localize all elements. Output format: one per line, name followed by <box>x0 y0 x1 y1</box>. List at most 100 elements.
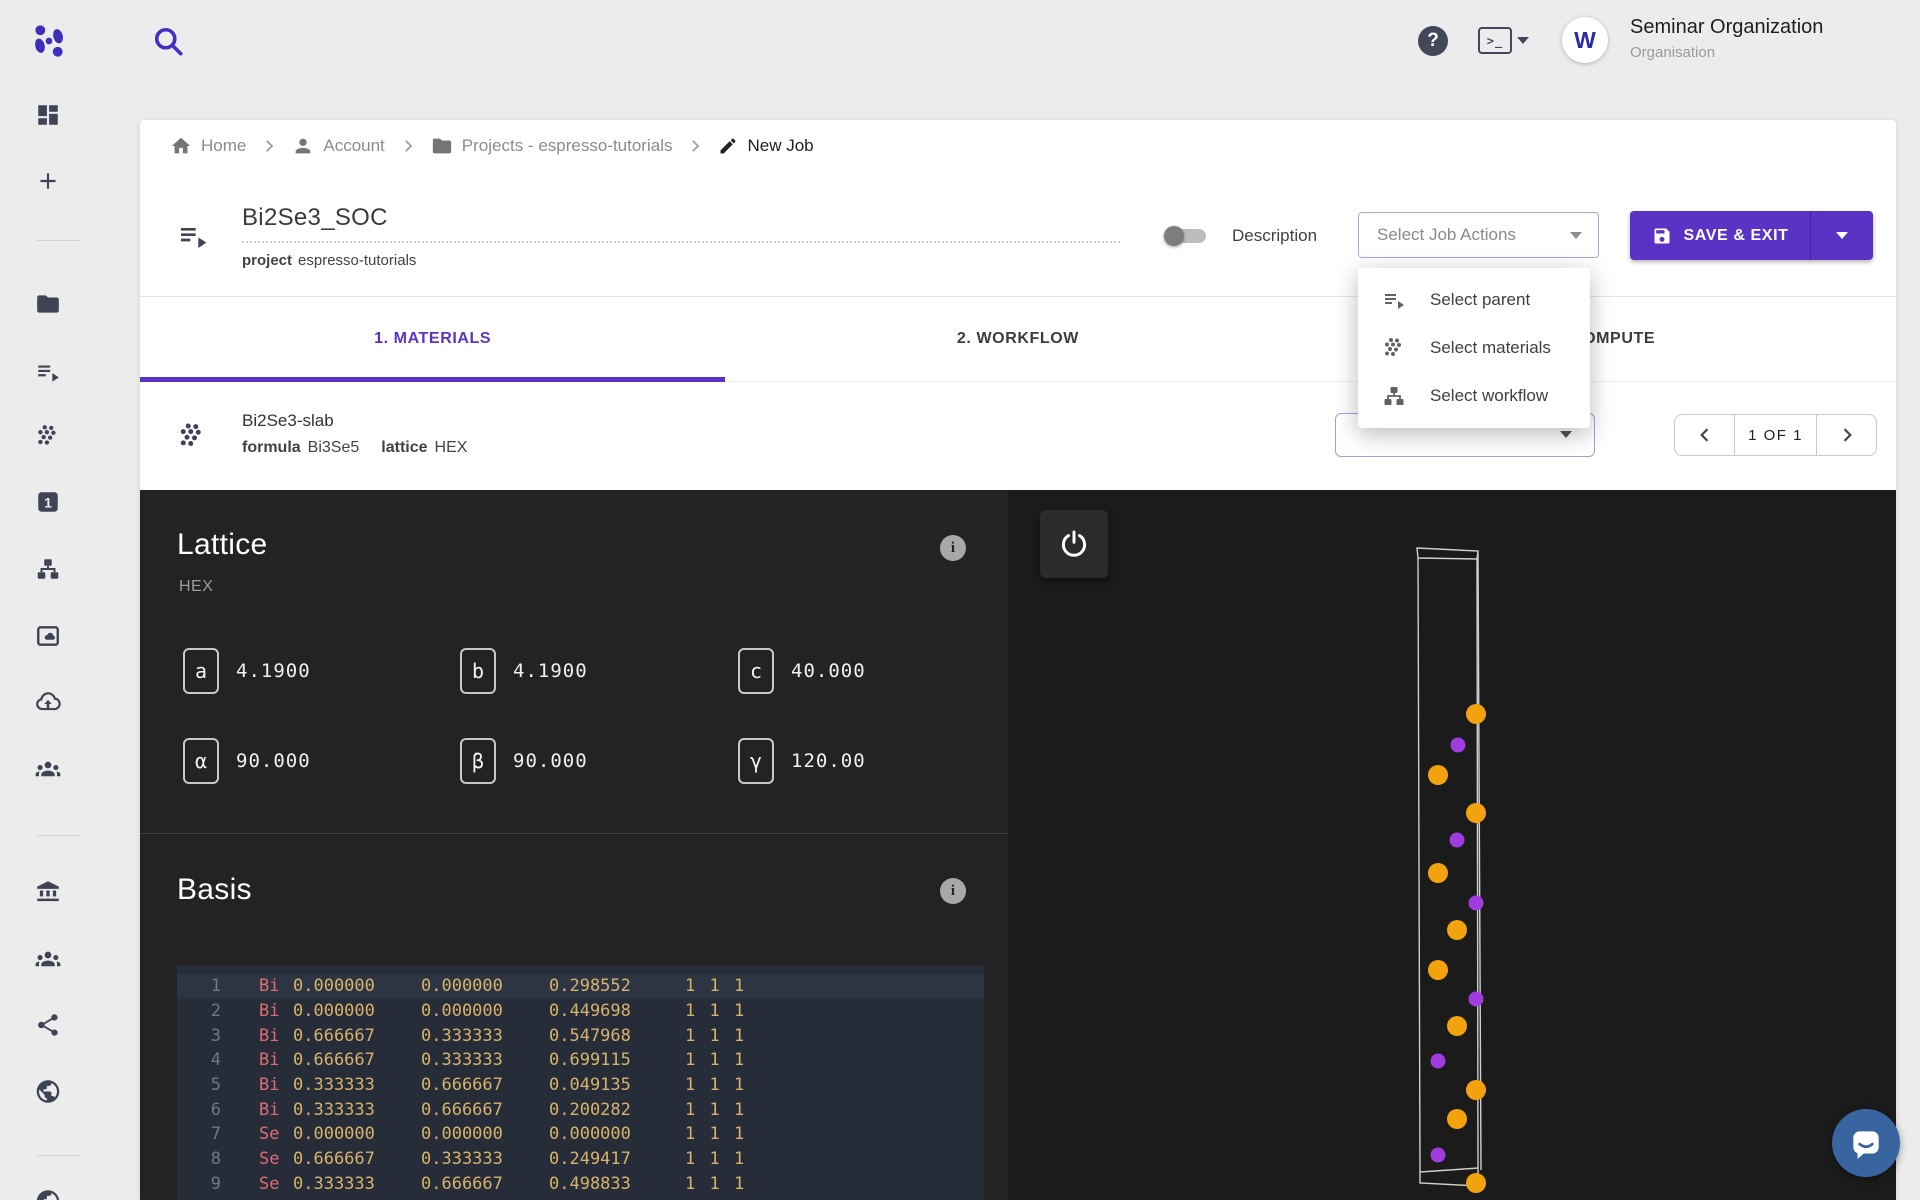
pager-next-button[interactable] <box>1816 415 1876 455</box>
pager-prev-button[interactable] <box>1675 415 1735 455</box>
avatar[interactable]: W <box>1562 17 1608 63</box>
basis-row[interactable]: 6Bi0.3333330.6666670.2002821 1 1 <box>177 1097 984 1122</box>
search-icon[interactable] <box>150 23 186 59</box>
menu-item-label: Select workflow <box>1430 386 1548 406</box>
cloud-upload-icon[interactable] <box>0 689 96 715</box>
atom-Se[interactable] <box>1428 863 1448 883</box>
tab-materials[interactable]: 1. MATERIALS <box>140 297 725 381</box>
basis-row[interactable]: 1Bi0.0000000.0000000.2985521 1 1 <box>177 974 984 999</box>
lattice-value-a[interactable]: 4.1900 <box>236 660 311 682</box>
lattice-value: HEX <box>435 439 468 456</box>
atom-Se[interactable] <box>1447 1016 1467 1036</box>
job-title[interactable]: Bi2Se3_SOC <box>242 204 388 232</box>
tab-bar: 1. MATERIALS 2. WORKFLOW 3. COMPUTE <box>140 296 1896 382</box>
info-icon[interactable]: i <box>940 535 966 561</box>
atom-Se[interactable] <box>1466 803 1486 823</box>
breadcrumb-account[interactable]: Account <box>292 135 384 157</box>
lattice-value-b[interactable]: 4.1900 <box>513 660 588 682</box>
crystal-cell-canvas[interactable] <box>1008 490 1896 1200</box>
lattice-value-beta[interactable]: 90.000 <box>513 750 588 772</box>
lattice-field-c[interactable]: c 40.000 <box>738 648 866 694</box>
playlist-play-icon <box>1382 288 1406 312</box>
atom-Bi[interactable] <box>1431 1054 1446 1069</box>
console-menu-button[interactable]: >_ <box>1478 27 1529 54</box>
share-icon[interactable] <box>0 1012 96 1038</box>
lattice-symbol: a <box>183 648 219 694</box>
lattice-symbol: c <box>738 648 774 694</box>
pager-count: 1 OF 1 <box>1735 415 1816 455</box>
breadcrumb-label: Account <box>323 136 384 156</box>
save-exit-main[interactable]: SAVE & EXIT <box>1630 211 1811 260</box>
lattice-value-c[interactable]: 40.000 <box>791 660 866 682</box>
breadcrumb-home[interactable]: Home <box>170 135 246 157</box>
menu-item-select-materials[interactable]: Select materials <box>1358 324 1590 372</box>
select-job-actions-dropdown[interactable]: Select Job Actions <box>1358 212 1599 258</box>
basis-row[interactable]: 9Se0.3333330.6666670.4988331 1 1 <box>177 1172 984 1197</box>
sidebar-divider <box>37 1155 81 1156</box>
lattice-field-beta[interactable]: β 90.000 <box>460 738 588 784</box>
chat-launcher[interactable] <box>1832 1109 1900 1177</box>
folder-icon[interactable] <box>0 291 96 317</box>
menu-item-select-parent[interactable]: Select parent <box>1358 276 1590 324</box>
lattice-value-gamma[interactable]: 120.00 <box>791 750 866 772</box>
lattice-section-title: Lattice <box>177 528 268 562</box>
atom-Se[interactable] <box>1466 1173 1486 1193</box>
svg-text:1: 1 <box>44 494 52 510</box>
material-name[interactable]: Bi2Se3-slab <box>242 411 334 431</box>
atom-Se[interactable] <box>1466 704 1486 724</box>
lattice-field-gamma[interactable]: γ 120.00 <box>738 738 866 784</box>
plus-icon[interactable] <box>0 168 96 194</box>
lattice-symbol: α <box>183 738 219 784</box>
chevron-down-icon <box>1517 37 1529 44</box>
basis-row[interactable]: 5Bi0.3333330.6666670.0491351 1 1 <box>177 1073 984 1098</box>
dashboard-icon[interactable] <box>0 102 96 128</box>
lattice-symbol: γ <box>738 738 774 784</box>
globe-icon[interactable] <box>0 1078 96 1105</box>
lattice-field-a[interactable]: a 4.1900 <box>183 648 311 694</box>
atom-Bi[interactable] <box>1469 992 1484 1007</box>
bank-icon[interactable] <box>0 878 96 904</box>
atom-Bi[interactable] <box>1469 896 1484 911</box>
description-toggle[interactable] <box>1164 223 1211 249</box>
job-actions-menu: Select parent Select materials Select wo… <box>1358 268 1590 428</box>
atom-Bi[interactable] <box>1451 738 1466 753</box>
breadcrumb-projects[interactable]: Projects - espresso-tutorials <box>431 135 673 157</box>
lattice-value-alpha[interactable]: 90.000 <box>236 750 311 772</box>
basis-row[interactable]: 2Bi0.0000000.0000000.4496981 1 1 <box>177 999 984 1024</box>
globe-icon[interactable] <box>0 1188 96 1200</box>
atom-Se[interactable] <box>1447 920 1467 940</box>
save-exit-button[interactable]: SAVE & EXIT <box>1630 211 1873 260</box>
info-icon[interactable]: i <box>940 878 966 904</box>
mat3ra-logo-icon[interactable] <box>30 22 68 60</box>
atom-Se[interactable] <box>1447 1109 1467 1129</box>
tab-workflow[interactable]: 2. WORKFLOW <box>725 297 1310 381</box>
wallpaper-icon[interactable] <box>0 623 96 649</box>
basis-row[interactable]: 8Se0.6666670.3333330.2494171 1 1 <box>177 1147 984 1172</box>
breadcrumb-new-job[interactable]: New Job <box>718 136 813 156</box>
playlist-play-icon[interactable] <box>0 359 96 385</box>
atom-Se[interactable] <box>1428 765 1448 785</box>
atom-Bi[interactable] <box>1450 833 1465 848</box>
lattice-field-b[interactable]: b 4.1900 <box>460 648 588 694</box>
lattice-field-alpha[interactable]: α 90.000 <box>183 738 311 784</box>
one-badge-icon[interactable]: 1 <box>0 489 96 515</box>
sitemap-icon[interactable] <box>0 556 96 582</box>
menu-item-select-workflow[interactable]: Select workflow <box>1358 372 1590 420</box>
atom-Se[interactable] <box>1428 960 1448 980</box>
save-exit-caret[interactable] <box>1811 211 1873 260</box>
atoms-icon[interactable] <box>0 423 96 449</box>
chevron-right-icon <box>1837 425 1857 445</box>
basis-row[interactable]: 4Bi0.6666670.3333330.6991151 1 1 <box>177 1048 984 1073</box>
help-icon[interactable]: ? <box>1418 26 1448 56</box>
chevron-left-icon <box>1695 425 1715 445</box>
people-icon[interactable] <box>0 756 96 783</box>
basis-row[interactable]: 7Se0.0000000.0000000.0000001 1 1 <box>177 1122 984 1147</box>
basis-editor[interactable]: 1Bi0.0000000.0000000.2985521 1 1 2Bi0.00… <box>177 965 984 1200</box>
atom-Bi[interactable] <box>1431 1148 1446 1163</box>
people-icon[interactable] <box>0 946 96 973</box>
basis-row[interactable]: 10Se0.0000000.0000000.1541401 1 1 <box>177 1196 984 1200</box>
project-value: espresso-tutorials <box>298 252 416 269</box>
material-pager: 1 OF 1 <box>1674 414 1877 456</box>
basis-row[interactable]: 3Bi0.6666670.3333330.5479681 1 1 <box>177 1023 984 1048</box>
atom-Se[interactable] <box>1466 1080 1486 1100</box>
